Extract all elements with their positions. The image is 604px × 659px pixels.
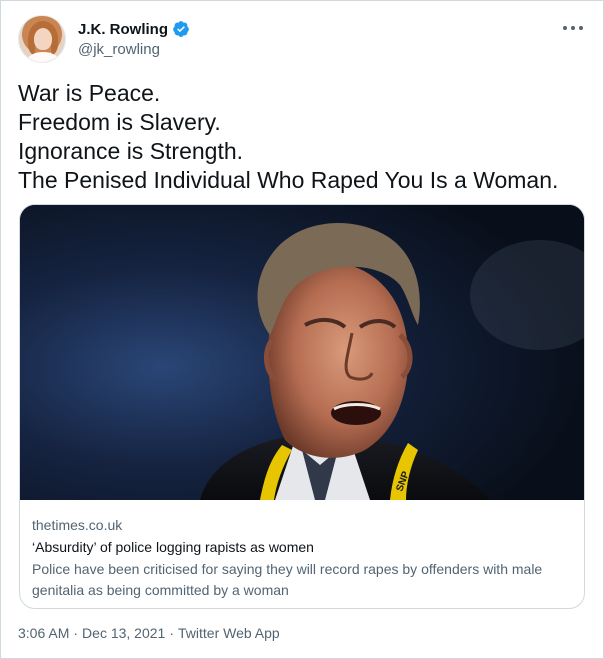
verified-badge-icon — [173, 21, 189, 37]
tweet-source[interactable]: Twitter Web App — [178, 625, 280, 641]
meta-separator: · — [73, 625, 79, 641]
tweet-line: The Penised Individual Who Raped You Is … — [18, 167, 559, 193]
display-name-row: J.K. Rowling — [78, 19, 190, 39]
avatar[interactable] — [18, 15, 66, 63]
card-title[interactable]: ‘Absurdity’ of police logging rapists as… — [32, 537, 572, 558]
tweet-line: Freedom is Slavery. — [18, 109, 221, 135]
tweet-card: J.K. Rowling @jk_rowling War is Peace. F… — [0, 0, 604, 659]
tweet-text: War is Peace. Freedom is Slavery. Ignora… — [18, 79, 588, 195]
tweet-date[interactable]: Dec 13, 2021 — [82, 625, 165, 641]
tweet-header: J.K. Rowling @jk_rowling — [18, 15, 589, 65]
handle[interactable]: @jk_rowling — [78, 41, 190, 58]
more-dot — [563, 26, 567, 30]
card-photo: SNP — [20, 205, 584, 500]
tweet-line: War is Peace. — [18, 80, 161, 106]
card-domain[interactable]: thetimes.co.uk — [32, 515, 572, 535]
link-preview-card[interactable]: SNP thetimes.co.uk ‘Absurdity’ of police… — [19, 204, 585, 609]
avatar-body — [27, 52, 59, 62]
more-dot — [579, 26, 583, 30]
timestamp-row: 3:06 AM · Dec 13, 2021 · Twitter Web App — [18, 625, 280, 641]
tweet-line: Ignorance is Strength. — [18, 138, 244, 164]
display-name[interactable]: J.K. Rowling — [78, 21, 168, 38]
author-name-block: J.K. Rowling @jk_rowling — [78, 19, 190, 58]
card-image[interactable]: SNP — [20, 205, 584, 500]
tweet-time[interactable]: 3:06 AM — [18, 625, 69, 641]
avatar-face — [34, 28, 52, 50]
more-dot — [571, 26, 575, 30]
meta-separator: · — [169, 625, 175, 641]
card-meta: thetimes.co.uk ‘Absurdity’ of police log… — [32, 515, 572, 601]
card-description[interactable]: Police have been criticised for saying t… — [32, 559, 572, 601]
more-options-icon[interactable] — [563, 23, 583, 33]
